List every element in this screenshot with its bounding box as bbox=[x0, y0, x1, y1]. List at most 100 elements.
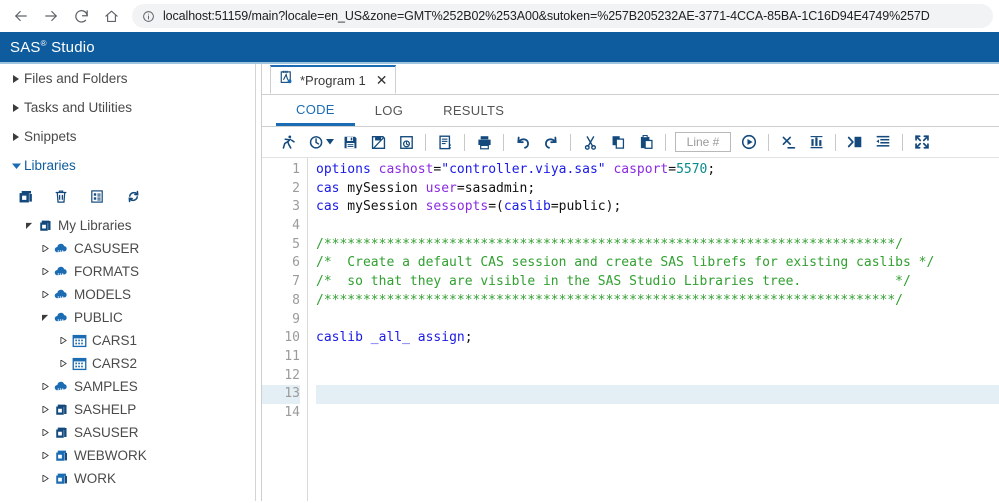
code-line[interactable]: cas mySession user=sasadmin; bbox=[316, 180, 999, 199]
line-number: 7 bbox=[292, 274, 300, 290]
tree-node-formats[interactable]: FORMATS bbox=[0, 260, 255, 283]
tree-node-samples[interactable]: SAMPLES bbox=[0, 375, 255, 398]
code-line[interactable]: /***************************************… bbox=[316, 292, 999, 311]
home-icon[interactable] bbox=[96, 2, 126, 30]
tree-node-models[interactable]: MODELS bbox=[0, 283, 255, 306]
tree-node-public[interactable]: PUBLIC bbox=[0, 306, 255, 329]
code-token: casport bbox=[613, 162, 669, 177]
code-line[interactable]: options cashost = "controller.viya.sas" ca… bbox=[316, 161, 999, 180]
chevron-right-icon[interactable] bbox=[38, 245, 52, 252]
code-line[interactable]: cas mySession sessopts=(caslib=public); bbox=[316, 198, 999, 217]
tree-node-cars2[interactable]: CARS2 bbox=[0, 352, 255, 375]
code-token: mySession bbox=[339, 180, 426, 196]
tree-node-label: FORMATS bbox=[74, 264, 139, 279]
chevron-right-icon[interactable] bbox=[38, 475, 52, 482]
work-library-icon bbox=[52, 471, 70, 486]
tree-node-my-libraries[interactable]: My Libraries bbox=[0, 214, 255, 237]
toolbar-separator bbox=[665, 133, 666, 151]
back-arrow-icon[interactable] bbox=[6, 2, 36, 30]
work-library-icon bbox=[52, 448, 70, 463]
save-as-icon[interactable] bbox=[364, 129, 392, 155]
code-token: =sasadmin; bbox=[456, 180, 536, 196]
sidebar-item-snippets[interactable]: Snippets bbox=[0, 122, 255, 151]
code-token: ; bbox=[464, 330, 473, 346]
redo-icon[interactable] bbox=[537, 129, 565, 155]
code-line[interactable]: /***************************************… bbox=[316, 236, 999, 255]
code-line[interactable] bbox=[316, 367, 999, 386]
address-bar[interactable]: localhost:51159/main?locale=en_US&zone=G… bbox=[132, 4, 993, 28]
code-token: caslib bbox=[503, 199, 551, 215]
sidebar-item-libraries[interactable]: Libraries bbox=[0, 151, 255, 180]
tree-node-webwork[interactable]: WEBWORK bbox=[0, 444, 255, 467]
refresh-icon[interactable] bbox=[124, 187, 142, 205]
go-to-line-icon[interactable] bbox=[735, 129, 763, 155]
code-line[interactable]: /* so that they are visible in the SAS S… bbox=[316, 273, 999, 292]
sidebar-item-files-and-folders[interactable]: Files and Folders bbox=[0, 64, 255, 93]
chevron-down-icon[interactable] bbox=[38, 314, 52, 321]
new-library-icon[interactable] bbox=[16, 187, 34, 205]
code-line[interactable] bbox=[316, 348, 999, 367]
program-properties-icon[interactable] bbox=[431, 129, 459, 155]
save-icon[interactable] bbox=[336, 129, 364, 155]
code-token: /* Create a default CAS session and crea… bbox=[316, 255, 935, 271]
line-number-input[interactable]: Line # bbox=[675, 132, 731, 152]
tree-node-work[interactable]: WORK bbox=[0, 467, 255, 490]
chevron-right-icon[interactable] bbox=[38, 291, 52, 298]
code-line[interactable] bbox=[316, 217, 999, 236]
chevron-right-icon bbox=[8, 132, 24, 141]
tree-node-cars1[interactable]: CARS1 bbox=[0, 329, 255, 352]
clear-all-icon[interactable] bbox=[774, 129, 802, 155]
chevron-right-icon[interactable] bbox=[38, 429, 52, 436]
libraries-root-icon bbox=[36, 218, 54, 233]
open-icon[interactable] bbox=[392, 129, 420, 155]
copy-icon[interactable] bbox=[604, 129, 632, 155]
tree-node-label: PUBLIC bbox=[74, 310, 123, 325]
library-properties-icon[interactable] bbox=[88, 187, 106, 205]
chevron-right-icon[interactable] bbox=[38, 268, 52, 275]
undo-icon[interactable] bbox=[509, 129, 537, 155]
tab-results[interactable]: RESULTS bbox=[423, 95, 524, 126]
code-line[interactable] bbox=[316, 385, 999, 404]
tab-code[interactable]: CODE bbox=[276, 95, 355, 126]
tree-node-casuser[interactable]: CASUSER bbox=[0, 237, 255, 260]
chevron-down-icon[interactable] bbox=[326, 139, 334, 145]
tree-node-sasuser[interactable]: SASUSER bbox=[0, 421, 255, 444]
code-line[interactable] bbox=[316, 311, 999, 330]
toolbar-separator bbox=[835, 133, 836, 151]
code-editor[interactable]: 1 2 3 4 5 6 7 8 9 10 11 12 13 14 options cashost="con… bbox=[262, 158, 999, 501]
tab-program-1[interactable]: *Program 1 ✕ bbox=[270, 65, 397, 94]
compare-icon[interactable] bbox=[802, 129, 830, 155]
format-code-icon[interactable] bbox=[869, 129, 897, 155]
tab-log[interactable]: LOG bbox=[355, 95, 423, 126]
chevron-right-icon[interactable] bbox=[38, 383, 52, 390]
info-circle-icon[interactable] bbox=[142, 10, 155, 23]
print-icon[interactable] bbox=[470, 129, 498, 155]
macro-icon[interactable] bbox=[841, 129, 869, 155]
chevron-right-icon[interactable] bbox=[56, 337, 70, 344]
chevron-right-icon[interactable] bbox=[38, 452, 52, 459]
reload-icon[interactable] bbox=[66, 2, 96, 30]
delete-library-icon[interactable] bbox=[52, 187, 70, 205]
code-content[interactable]: options cashost = "controller.viya.sas" ca… bbox=[308, 158, 999, 501]
code-token: cas bbox=[316, 180, 340, 196]
forward-arrow-icon[interactable] bbox=[36, 2, 66, 30]
paste-icon[interactable] bbox=[632, 129, 660, 155]
line-number: 4 bbox=[292, 218, 300, 234]
chevron-right-icon[interactable] bbox=[56, 360, 70, 367]
app-banner: SAS® Studio bbox=[0, 32, 999, 64]
tree-node-label: SASHELP bbox=[74, 402, 137, 417]
tree-node-label: SAMPLES bbox=[74, 379, 138, 394]
code-line[interactable]: caslib _all_ assign; bbox=[316, 329, 999, 348]
chevron-right-icon[interactable] bbox=[38, 406, 52, 413]
sidebar-item-tasks-and-utilities[interactable]: Tasks and Utilities bbox=[0, 93, 255, 122]
code-line[interactable]: /* Create a default CAS session and crea… bbox=[316, 254, 999, 273]
chevron-down-icon[interactable] bbox=[22, 222, 36, 229]
maximize-view-icon[interactable] bbox=[908, 129, 936, 155]
close-icon[interactable]: ✕ bbox=[372, 73, 388, 87]
code-line[interactable] bbox=[316, 404, 999, 423]
cut-icon[interactable] bbox=[576, 129, 604, 155]
tree-node-sashelp[interactable]: SASHELP bbox=[0, 398, 255, 421]
code-token: /***************************************… bbox=[316, 236, 903, 252]
run-icon[interactable] bbox=[274, 129, 302, 155]
